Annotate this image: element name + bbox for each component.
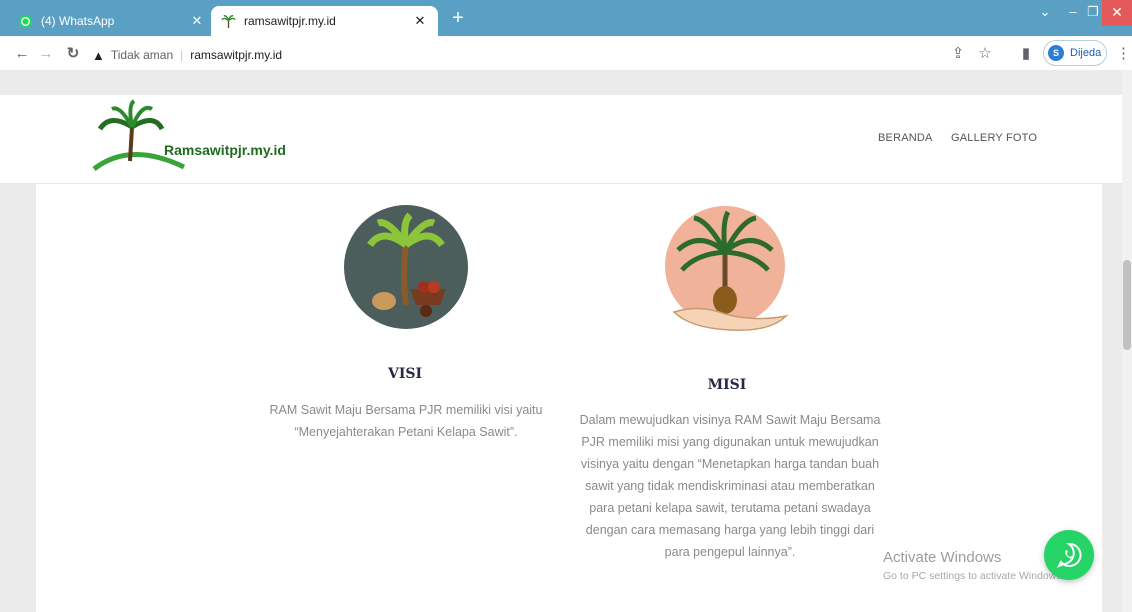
url-text: ramsawitpjr.my.id [190, 48, 283, 62]
share-icon[interactable]: ⇪ [948, 44, 968, 64]
page-scrollbar[interactable] [1122, 70, 1132, 612]
misi-text: Dalam mewujudkan visinya RAM Sawit Maju … [579, 413, 881, 559]
close-tab-icon[interactable]: ✕ [189, 13, 205, 29]
close-tab-icon[interactable]: ✕ [412, 13, 428, 29]
profile-name: Dijeda [1070, 47, 1102, 59]
new-tab-button[interactable]: + [448, 8, 468, 29]
site-logo-text[interactable]: Ramsawitpjr.my.id [164, 142, 286, 158]
palm-tree-icon [221, 14, 236, 28]
site-logo-icon[interactable] [90, 99, 320, 179]
tab-ramsawitpjr[interactable]: ramsawitpjr.my.id ✕ [211, 6, 438, 36]
misi-heading: MISI [707, 377, 747, 393]
site-header: Ramsawitpjr.my.id BERANDA GALLERY FOTO [0, 94, 1122, 184]
profile-button[interactable]: S Dijeda [1043, 40, 1107, 66]
side-panel-icon[interactable]: ▮ [1016, 44, 1036, 64]
visi-text: RAM Sawit Maju Bersama PJR memiliki visi… [269, 403, 543, 439]
tab-whatsapp[interactable]: (4) WhatsApp ✕ [8, 6, 215, 36]
avatar: S [1048, 45, 1064, 61]
reload-icon[interactable]: ↻ [63, 44, 83, 64]
windows-activation-subtitle: Go to PC settings to activate Windows. [883, 570, 1065, 582]
url-field[interactable]: ▲ Tidak aman | ramsawitpjr.my.id [92, 42, 932, 68]
whatsapp-chat-button[interactable] [1044, 530, 1094, 580]
palm-wheelbarrow-icon [344, 205, 468, 329]
url-separator: | [180, 48, 184, 62]
browser-tab-bar: (4) WhatsApp ✕ ramsawitpjr.my.id ✕ + ⌄ –… [0, 0, 1132, 36]
bookmark-star-icon[interactable]: ☆ [975, 44, 995, 64]
scrollbar-thumb[interactable] [1123, 260, 1131, 350]
close-window-icon[interactable]: ✕ [1102, 0, 1132, 26]
warning-icon: ▲ [92, 47, 105, 63]
visi-heading: VISI [387, 366, 423, 382]
windows-activation-title: Activate Windows [883, 549, 1002, 566]
nav-gallery-foto[interactable]: GALLERY FOTO [951, 132, 1037, 144]
restore-icon[interactable]: ❐ [1084, 0, 1102, 26]
minimize-icon[interactable]: – [1064, 0, 1082, 26]
forward-icon[interactable]: → [36, 44, 56, 64]
whatsapp-icon [1056, 542, 1082, 568]
tab-title: (4) WhatsApp [41, 14, 115, 28]
whatsapp-icon [18, 14, 33, 28]
main-content [36, 184, 1102, 612]
palm-in-hand-icon [665, 206, 789, 331]
tab-title: ramsawitpjr.my.id [244, 14, 336, 28]
menu-icon[interactable]: ⋮ [1116, 44, 1131, 64]
tab-search-icon[interactable]: ⌄ [1034, 0, 1056, 26]
security-label: Tidak aman [110, 48, 174, 62]
nav-beranda[interactable]: BERANDA [878, 132, 933, 144]
back-icon[interactable]: ← [12, 44, 32, 64]
